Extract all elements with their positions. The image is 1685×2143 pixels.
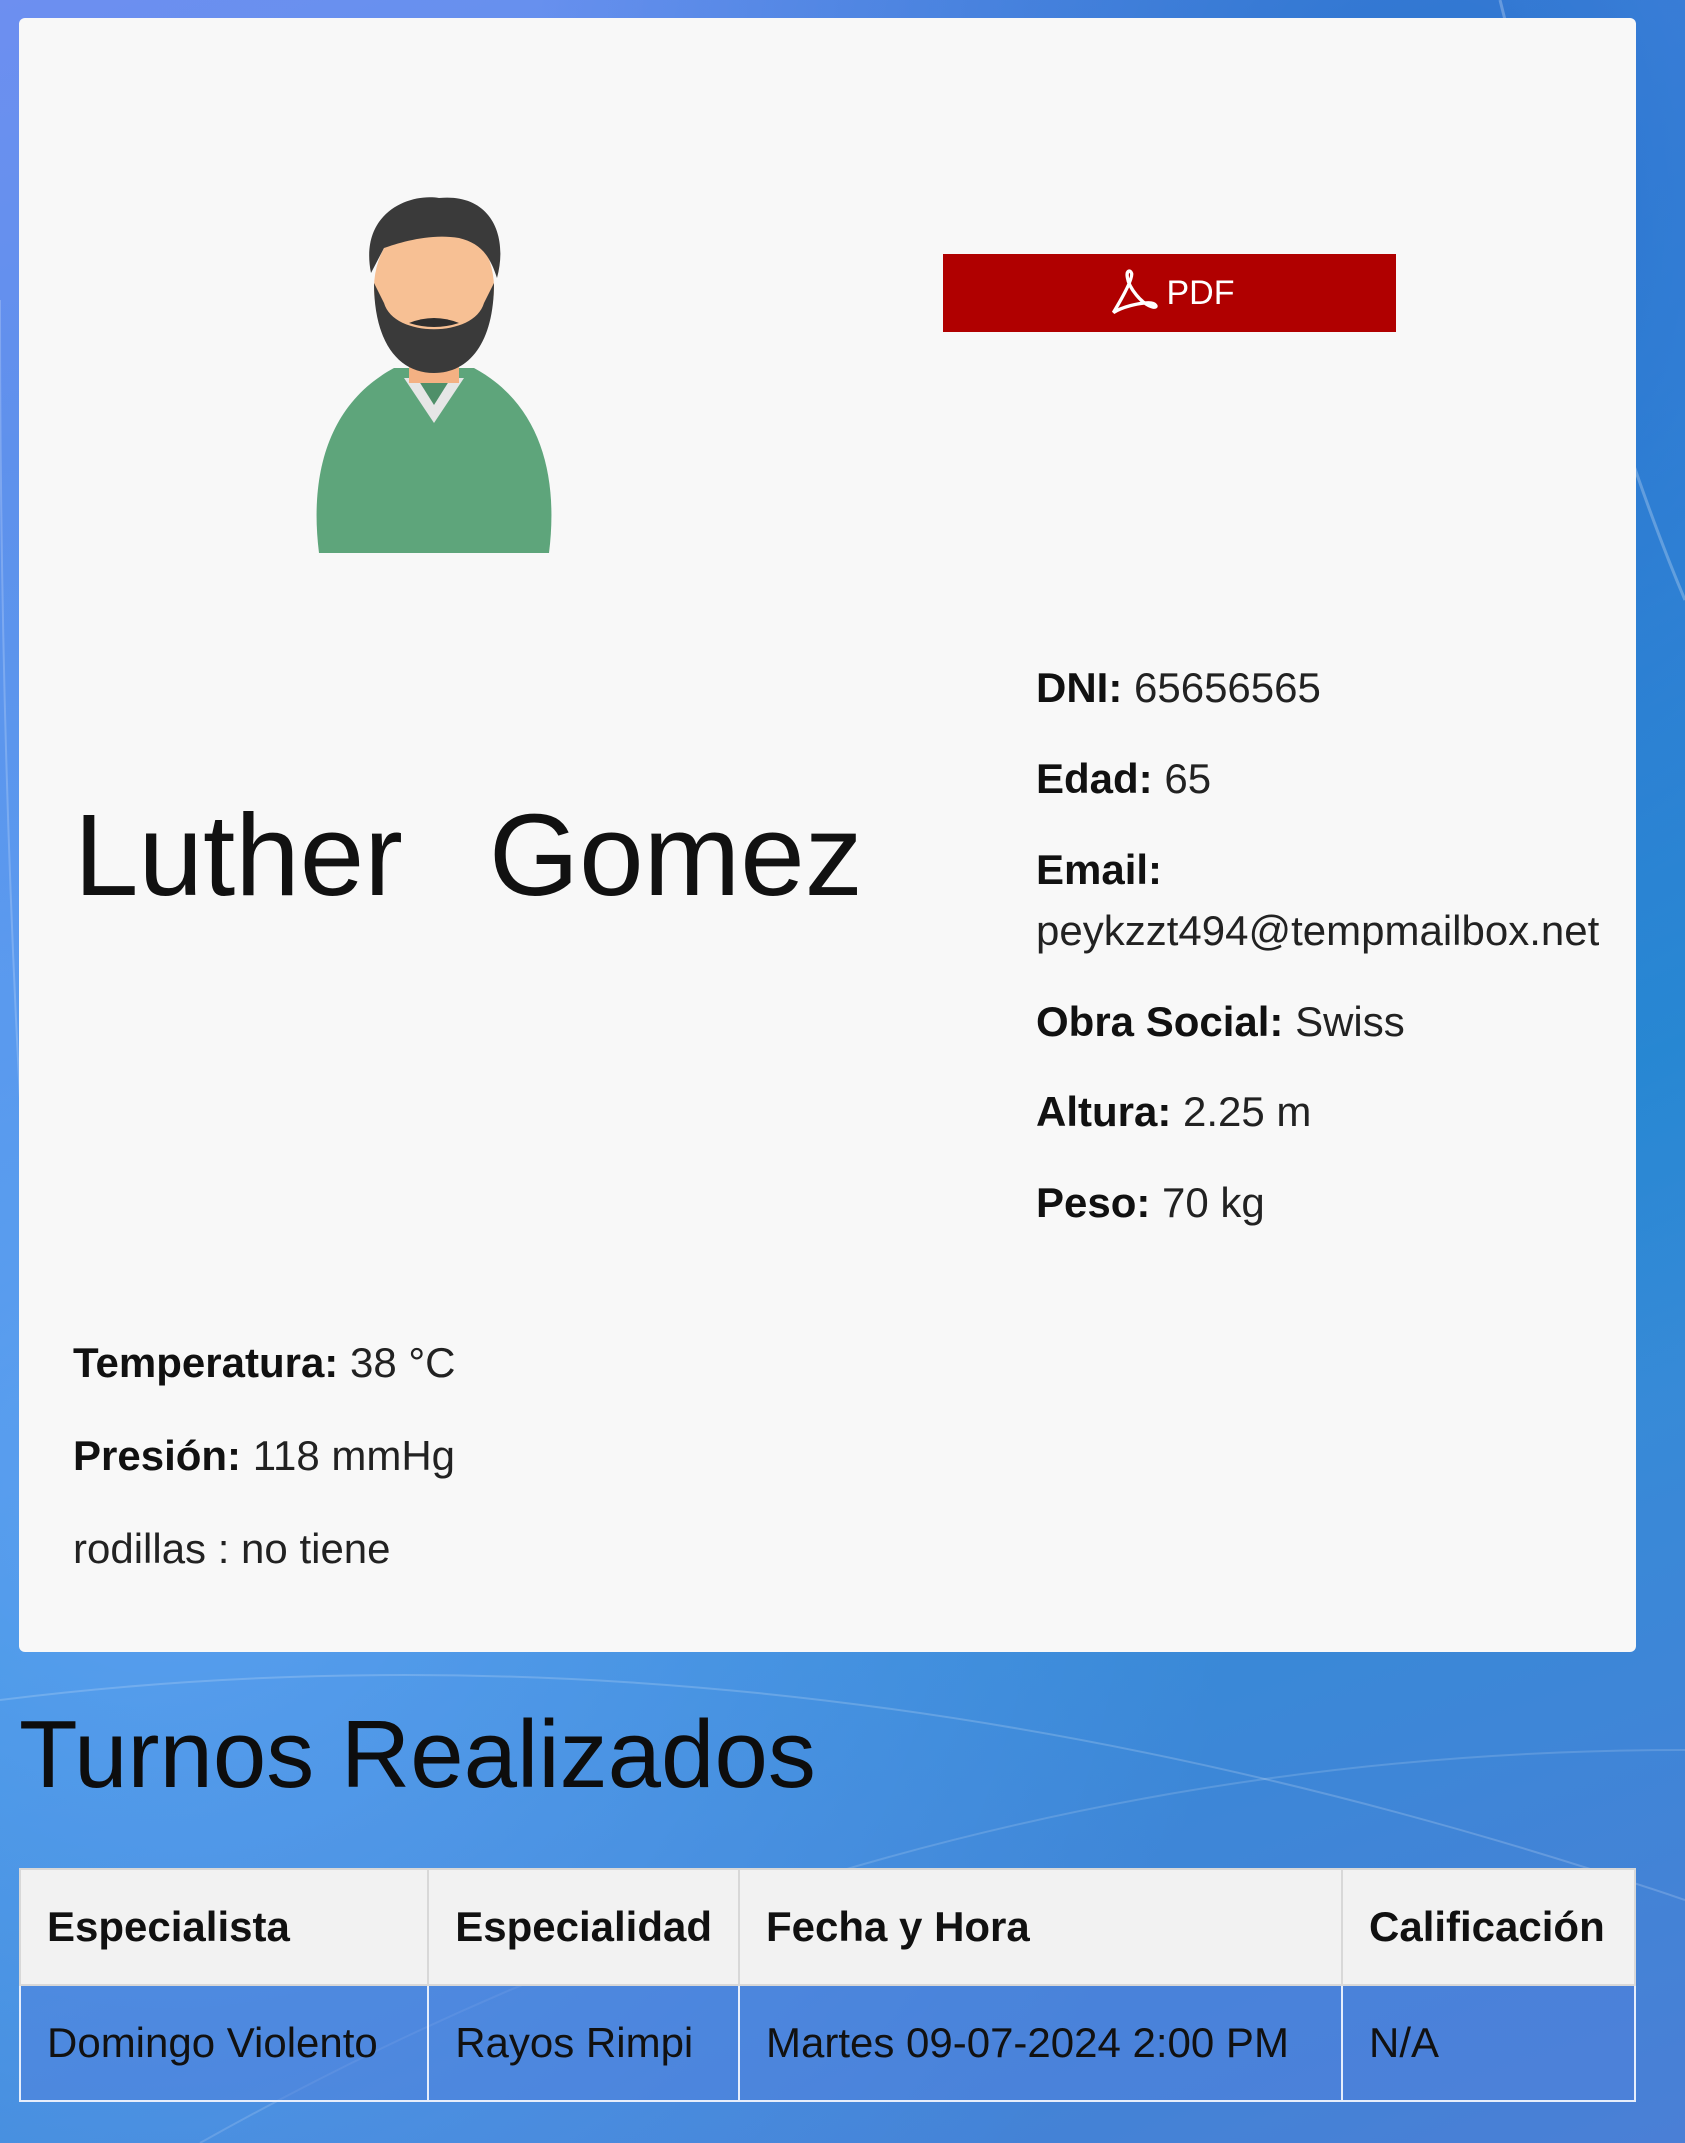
obra-social-label: Obra Social:: [1036, 997, 1284, 1045]
header-especialista[interactable]: Especialista: [18, 1868, 430, 1986]
table-row[interactable]: Domingo Violento Rayos Rimpi Martes 09-0…: [18, 1984, 1636, 2102]
presion-value: 118 mmHg: [252, 1431, 456, 1479]
acrobat-pdf-icon: [1111, 269, 1158, 315]
patient-vitals: Temperatura: 38 °C Presión: 118 mmHg rod…: [73, 1333, 455, 1612]
patient-name: Luther Gomez: [74, 788, 863, 922]
cell-fecha-hora: Martes 09-07-2024 2:00 PM: [737, 1984, 1344, 2102]
first-name: Luther: [74, 790, 403, 920]
patient-info: DNI: 65656565 Edad: 65 Email: peykzzt494…: [1036, 658, 1599, 1264]
temperatura-value: 38 °C: [349, 1339, 456, 1386]
table-header-row: Especialista Especialidad Fecha y Hora C…: [18, 1868, 1636, 1986]
peso-label: Peso:: [1036, 1179, 1151, 1227]
pdf-button-label: PDF: [1166, 273, 1235, 312]
user-avatar-icon: [316, 197, 552, 553]
temperatura-label: Temperatura:: [73, 1339, 339, 1386]
extra-vital-row: rodillas : no tiene: [73, 1524, 391, 1572]
presion-label: Presión:: [73, 1431, 242, 1479]
edad-value: 65: [1164, 754, 1212, 802]
altura-label: Altura:: [1036, 1088, 1172, 1136]
altura-value: 2.25 m: [1183, 1088, 1312, 1136]
obra-social-value: Swiss: [1295, 997, 1405, 1045]
peso-row: Peso: 70 kg: [1036, 1173, 1599, 1234]
obra-social-row: Obra Social: Swiss: [1036, 992, 1599, 1053]
edad-label: Edad:: [1036, 754, 1153, 802]
header-calificacion[interactable]: Calificación: [1341, 1868, 1636, 1986]
email-value: peykzzt494@tempmailbox.net: [1036, 906, 1600, 954]
dni-row: DNI: 65656565: [1036, 658, 1599, 719]
peso-value: 70 kg: [1162, 1179, 1265, 1227]
dni-value: 65656565: [1134, 664, 1321, 711]
pdf-download-button[interactable]: PDF: [943, 254, 1396, 332]
email-label: Email:: [1036, 845, 1163, 893]
last-name: Gomez: [488, 790, 863, 920]
edad-row: Edad: 65: [1036, 749, 1599, 810]
cell-especialidad: Rayos Rimpi: [427, 1984, 740, 2102]
presion-row: Presión: 118 mmHg: [73, 1426, 455, 1487]
patient-card: PDF Luther Gomez DNI: 65656565 Edad: 65 E…: [19, 18, 1636, 1652]
temperatura-row: Temperatura: 38 °C: [73, 1333, 455, 1394]
cell-especialista: Domingo Violento: [18, 1984, 430, 2102]
altura-row: Altura: 2.25 m: [1036, 1082, 1599, 1143]
turnos-title: Turnos Realizados: [19, 1701, 816, 1808]
header-especialidad[interactable]: Especialidad: [427, 1868, 740, 1986]
email-row: Email: peykzzt494@tempmailbox.net: [1036, 840, 1599, 962]
cell-calificacion: N/A: [1341, 1984, 1636, 2102]
turnos-table: Especialista Especialidad Fecha y Hora C…: [18, 1868, 1636, 2102]
dni-label: DNI:: [1036, 664, 1123, 711]
header-fecha-hora[interactable]: Fecha y Hora: [737, 1868, 1344, 1986]
